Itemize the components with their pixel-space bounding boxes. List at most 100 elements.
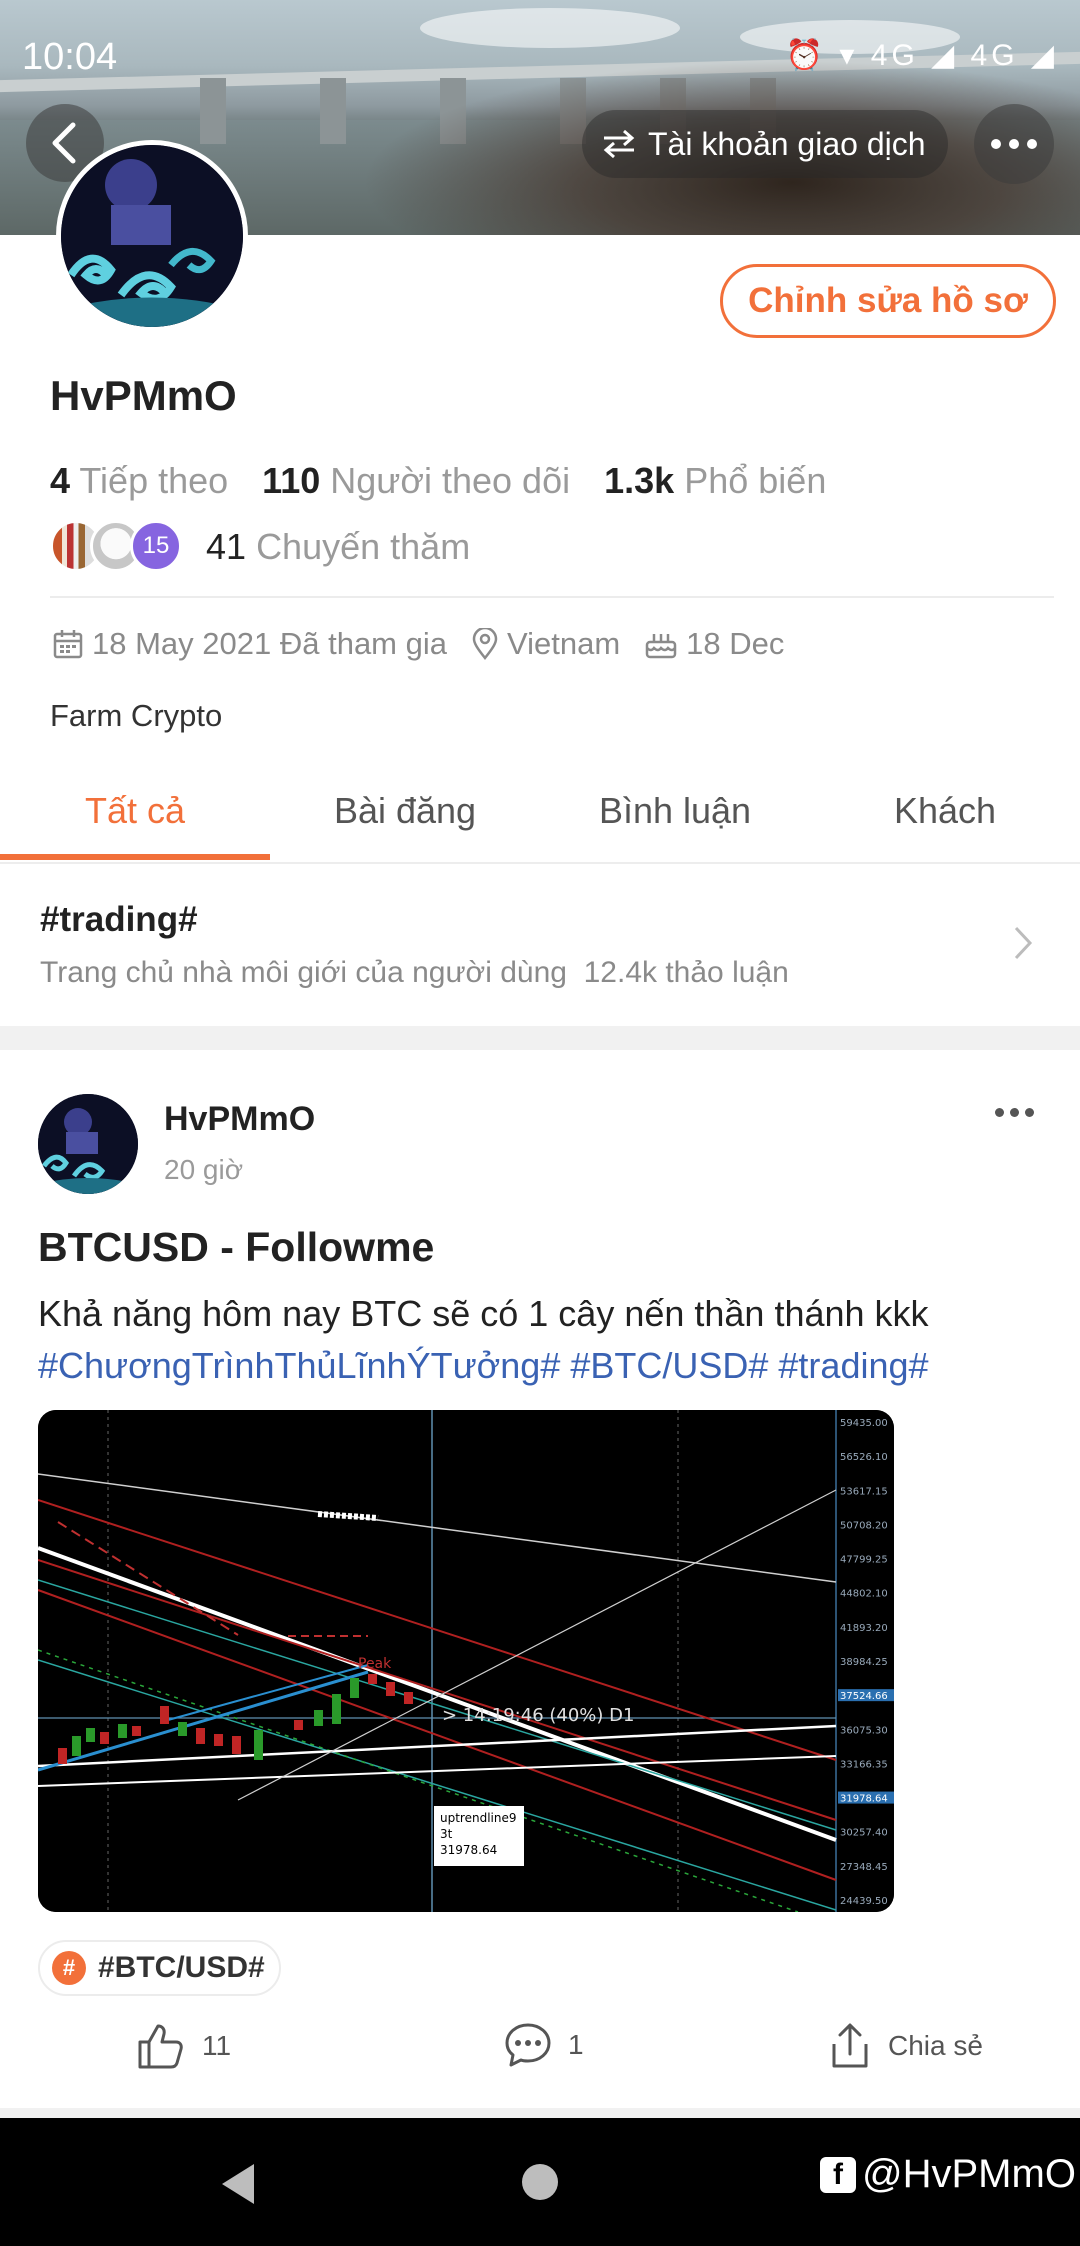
price-label: 50708.20 [840, 1520, 888, 1531]
visitor-avatars[interactable]: 15 [50, 520, 182, 572]
profile-stats: 4 Tiếp theo 110 Người theo dõi 1.3k Phổ … [50, 460, 826, 502]
followers-count: 110 [262, 460, 321, 501]
visits-count: 41 [206, 526, 247, 567]
price-label: 36075.30 [840, 1725, 888, 1736]
price-label: 31978.64 [840, 1794, 888, 1805]
system-nav-bar: f @HvPMmO [0, 2118, 1080, 2246]
following-label: Tiếp theo [79, 460, 229, 501]
price-label: 41893.20 [840, 1623, 888, 1634]
comment-count: 1 [568, 2029, 584, 2060]
status-bar: 10:04 ⏰ ▾ 4G ◢ 4G ◢ [0, 0, 1080, 120]
post-text: Khả năng hôm nay BTC sẽ có 1 cây nến thầ… [38, 1293, 929, 1334]
tab-posts[interactable]: Bài đăng [270, 780, 540, 864]
chart-tooltip-line1: uptrendline9 [440, 1811, 517, 1825]
watermark-text: @HvPMmO [862, 2152, 1076, 2196]
like-count: 11 [202, 2030, 232, 2061]
topic-subtitle: Trang chủ nhà môi giới của người dùng 12… [40, 956, 789, 990]
status-icons: ⏰ ▾ 4G ◢ 4G ◢ [785, 39, 1058, 72]
post-more-button[interactable] [992, 1108, 1037, 1117]
price-label: 56526.10 [840, 1452, 888, 1463]
post-hashtags[interactable]: #ChươngTrìnhThủLĩnhÝTưởng# #BTC/USD# #tr… [38, 1340, 1048, 1392]
chevron-left-icon [52, 122, 76, 164]
more-dots-icon [995, 1108, 1004, 1117]
divider [50, 596, 1054, 598]
post-actions: 11 1 Chia sẻ [0, 2022, 1080, 2086]
price-label: 33166.35 [840, 1759, 888, 1770]
price-label: 47799.25 [840, 1555, 888, 1566]
popularity-label: Phổ biến [684, 460, 827, 501]
share-icon [832, 2023, 868, 2068]
chart-peak-label: Peak [358, 1656, 392, 1672]
like-button[interactable]: 11 [136, 2022, 231, 2070]
status-time: 10:04 [22, 36, 118, 78]
popularity-stat[interactable]: 1.3k Phổ biến [604, 460, 826, 501]
facebook-icon: f [820, 2156, 856, 2193]
swap-icon [603, 129, 635, 159]
nav-home-icon[interactable] [522, 2164, 558, 2200]
price-label: 37524.66 [840, 1691, 888, 1702]
section-separator [0, 2108, 1080, 2118]
visits-stat[interactable]: 41 Chuyến thăm [206, 526, 470, 568]
profile-username: HvPMmO [50, 372, 237, 419]
post-author-avatar[interactable] [38, 1094, 138, 1194]
tab-guests[interactable]: Khách [810, 780, 1080, 864]
hashtag-chip-label: #BTC/USD# [98, 1951, 265, 1984]
profile-bio: Farm Crypto [50, 698, 223, 733]
trading-account-label: Tài khoản giao dịch [648, 125, 926, 162]
price-label: 53617.15 [840, 1486, 888, 1497]
share-button[interactable]: Chia sẻ [828, 2022, 983, 2070]
post-title[interactable]: BTCUSD - Followme [38, 1224, 434, 1271]
topic-description: Trang chủ nhà môi giới của người dùng [40, 956, 567, 989]
calendar-icon [53, 630, 83, 659]
more-options-button[interactable] [974, 104, 1054, 184]
post-author-name[interactable]: HvPMmO [164, 1100, 315, 1139]
trading-account-button[interactable]: Tài khoản giao dịch [582, 110, 948, 178]
tab-comments[interactable]: Bình luận [540, 780, 810, 864]
share-label: Chia sẻ [888, 2030, 983, 2061]
comment-button[interactable]: 1 [504, 2022, 584, 2068]
followers-label: Người theo dõi [330, 460, 571, 501]
avatar-image [61, 145, 243, 327]
price-label: 27348.45 [840, 1862, 888, 1873]
visits-label: Chuyến thăm [256, 526, 471, 567]
comment-icon [505, 2023, 551, 2067]
price-label: 24439.50 [840, 1896, 888, 1907]
topic-discussions: 12.4k thảo luận [583, 956, 789, 989]
price-axis: 59435.00 56526.10 53617.15 50708.20 47799.25… [838, 1418, 894, 1907]
profile-meta: 18 May 2021 Đã tham gia Vietnam 18 Dec [52, 626, 808, 662]
joined-date: 18 May 2021 Đã tham gia [92, 626, 447, 661]
chevron-right-icon [1014, 926, 1033, 960]
birthday-cake-icon [645, 634, 677, 659]
active-tab-indicator [0, 854, 270, 860]
price-label: 59435.00 [840, 1418, 888, 1429]
price-label: 44802.10 [840, 1589, 888, 1600]
chart-tooltip-line3: 31978.64 [440, 1843, 497, 1857]
tabs-divider [0, 862, 1080, 864]
profile-tabs: Tất cả Bài đăng Bình luận Khách [0, 780, 1080, 864]
post-body: Khả năng hôm nay BTC sẽ có 1 cây nến thầ… [38, 1288, 1048, 1392]
following-stat[interactable]: 4 Tiếp theo [50, 460, 228, 501]
post-time: 20 giờ [164, 1154, 244, 1185]
section-separator [0, 1026, 1080, 1050]
popularity-count: 1.3k [604, 460, 675, 501]
location: Vietnam [507, 626, 621, 661]
hashtag-icon: # [52, 1951, 86, 1985]
btc-chart: Peak > 14:19:46 (40%) D1 uptrendline9 3t… [38, 1410, 894, 1912]
followers-stat[interactable]: 110 Người theo dõi [262, 460, 570, 501]
topic-title: #trading# [40, 900, 198, 939]
price-label: 30257.40 [840, 1828, 888, 1839]
nav-back-icon[interactable] [218, 2162, 258, 2206]
following-count: 4 [50, 460, 71, 501]
topic-card[interactable]: #trading# Trang chủ nhà môi giới của ngư… [0, 866, 1080, 1026]
visitor-count-badge: 15 [130, 520, 182, 572]
thumbs-up-icon [138, 2024, 183, 2069]
watermark: f @HvPMmO [820, 2152, 1076, 2197]
post-chart-image[interactable]: Peak > 14:19:46 (40%) D1 uptrendline9 3t… [38, 1410, 894, 1912]
edit-profile-button[interactable]: Chỉnh sửa hồ sơ [720, 264, 1056, 338]
chart-annotation: > 14:19:46 (40%) D1 [442, 1705, 634, 1726]
profile-avatar[interactable] [56, 140, 248, 332]
birthday: 18 Dec [686, 626, 785, 661]
tab-all[interactable]: Tất cả [0, 780, 270, 864]
hashtag-chip[interactable]: # #BTC/USD# [38, 1940, 281, 1996]
chart-tooltip-line2: 3t [440, 1827, 453, 1841]
